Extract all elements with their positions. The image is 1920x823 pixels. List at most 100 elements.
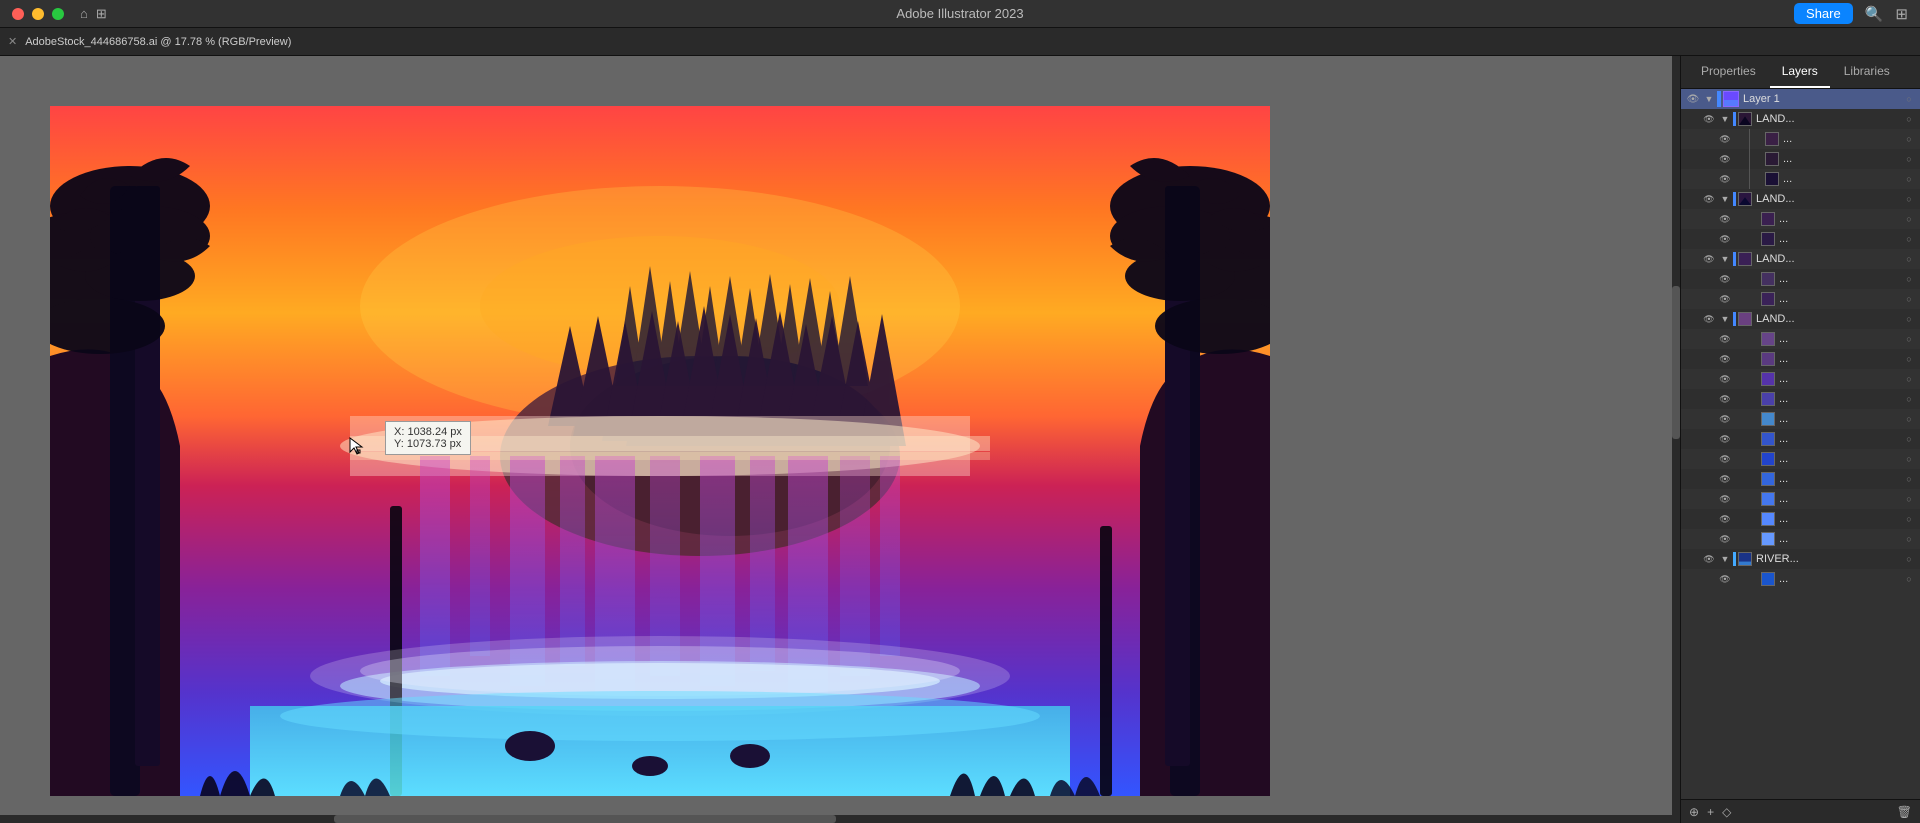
layer1-expand-icon[interactable]: ▼ xyxy=(1703,93,1715,105)
list-item[interactable]: 👁 ... ○ xyxy=(1681,349,1920,369)
list-item[interactable]: 👁 ... ○ xyxy=(1681,469,1920,489)
sublayer-land2-item2[interactable]: 👁 ... ○ xyxy=(1681,229,1920,249)
sublayer-land1-item2[interactable]: 👁 ... ○ xyxy=(1681,149,1920,169)
land2-lock-icon[interactable]: ○ xyxy=(1902,192,1916,206)
layer1-header[interactable]: 👁 ▼ Layer 1 ○ xyxy=(1681,89,1920,109)
sublayer-land3-item1[interactable]: 👁 ... ○ xyxy=(1681,269,1920,289)
sublayer-land2-item1[interactable]: 👁 ... ○ xyxy=(1681,209,1920,229)
layer1-lock-icon[interactable]: ○ xyxy=(1902,92,1916,106)
land4-lock-icon[interactable]: ○ xyxy=(1902,312,1916,326)
land1-expand-icon[interactable]: ▼ xyxy=(1719,113,1731,125)
visibility-icon[interactable]: 👁 xyxy=(1717,451,1733,467)
land3-lock-icon[interactable]: ○ xyxy=(1902,252,1916,266)
window-icon[interactable]: ⊞ xyxy=(1895,5,1908,23)
river-item1-lock[interactable]: ○ xyxy=(1902,572,1916,586)
visibility-icon[interactable]: 👁 xyxy=(1717,371,1733,387)
land1-item1-visibility[interactable]: 👁 xyxy=(1717,131,1733,147)
sublayer-land4-header[interactable]: 👁 ▼ LAND... ○ xyxy=(1681,309,1920,329)
item-lock[interactable]: ○ xyxy=(1902,392,1916,406)
item-lock[interactable]: ○ xyxy=(1902,512,1916,526)
river-expand-icon[interactable]: ▼ xyxy=(1719,553,1731,565)
list-item[interactable]: 👁 ... ○ xyxy=(1681,409,1920,429)
land3-item1-lock[interactable]: ○ xyxy=(1902,272,1916,286)
maximize-button[interactable] xyxy=(52,8,64,20)
item-lock[interactable]: ○ xyxy=(1902,452,1916,466)
visibility-icon[interactable]: 👁 xyxy=(1717,431,1733,447)
land2-item2-lock[interactable]: ○ xyxy=(1902,232,1916,246)
item-lock[interactable]: ○ xyxy=(1902,432,1916,446)
list-item[interactable]: 👁 ... ○ xyxy=(1681,489,1920,509)
move-selection-button[interactable]: ◇ xyxy=(1722,805,1731,819)
visibility-icon[interactable]: 👁 xyxy=(1717,491,1733,507)
land3-item1-visibility[interactable]: 👁 xyxy=(1717,271,1733,287)
visibility-icon[interactable]: 👁 xyxy=(1717,511,1733,527)
finder-icon[interactable]: ⊞ xyxy=(96,6,107,22)
land2-item1-lock[interactable]: ○ xyxy=(1902,212,1916,226)
item-lock[interactable]: ○ xyxy=(1902,532,1916,546)
sublayer-river-item1[interactable]: 👁 ... ○ xyxy=(1681,569,1920,589)
list-item[interactable]: 👁 ... ○ xyxy=(1681,369,1920,389)
layer1-visibility-icon[interactable]: 👁 xyxy=(1685,91,1701,107)
home-icon[interactable]: ⌂ xyxy=(80,6,88,21)
visibility-icon[interactable]: 👁 xyxy=(1717,351,1733,367)
vertical-scrollbar[interactable] xyxy=(1672,56,1680,823)
land1-visibility-icon[interactable]: 👁 xyxy=(1701,111,1717,127)
land2-visibility-icon[interactable]: 👁 xyxy=(1701,191,1717,207)
visibility-icon[interactable]: 👁 xyxy=(1717,331,1733,347)
sublayer-land2-header[interactable]: 👁 ▼ LAND... ○ xyxy=(1681,189,1920,209)
search-icon[interactable]: 🔍 xyxy=(1865,5,1884,23)
delete-layer-button[interactable]: 🗑 xyxy=(1897,805,1912,819)
list-item[interactable]: 👁 ... ○ xyxy=(1681,329,1920,349)
canvas-area[interactable]: X: 1038.24 px Y: 1073.73 px xyxy=(0,56,1680,823)
land4-expand-icon[interactable]: ▼ xyxy=(1719,313,1731,325)
tab-close-icon[interactable]: ✕ xyxy=(8,35,17,48)
tab-layers[interactable]: Layers xyxy=(1770,56,1830,88)
horizontal-scrollbar[interactable] xyxy=(0,815,1672,823)
visibility-icon[interactable]: 👁 xyxy=(1717,531,1733,547)
river-visibility-icon[interactable]: 👁 xyxy=(1701,551,1717,567)
land1-item2-visibility[interactable]: 👁 xyxy=(1717,151,1733,167)
land3-visibility-icon[interactable]: 👁 xyxy=(1701,251,1717,267)
list-item[interactable]: 👁 ... ○ xyxy=(1681,509,1920,529)
sublayer-land1-item1[interactable]: 👁 ... ○ xyxy=(1681,129,1920,149)
tab-properties[interactable]: Properties xyxy=(1689,56,1768,88)
land3-item2-visibility[interactable]: 👁 xyxy=(1717,291,1733,307)
sublayer-land3-header[interactable]: 👁 ▼ LAND... ○ xyxy=(1681,249,1920,269)
sublayer-river-header[interactable]: 👁 ▼ RIVER... ○ xyxy=(1681,549,1920,569)
land2-item2-visibility[interactable]: 👁 xyxy=(1717,231,1733,247)
sublayer-land1-header[interactable]: 👁 ▼ LAND... ○ xyxy=(1681,109,1920,129)
minimize-button[interactable] xyxy=(32,8,44,20)
item-lock[interactable]: ○ xyxy=(1902,372,1916,386)
create-new-sublayer-button[interactable]: + xyxy=(1707,805,1714,819)
list-item[interactable]: 👁 ... ○ xyxy=(1681,529,1920,549)
land1-item1-lock[interactable]: ○ xyxy=(1902,132,1916,146)
list-item[interactable]: 👁 ... ○ xyxy=(1681,429,1920,449)
sublayer-land3-item2[interactable]: 👁 ... ○ xyxy=(1681,289,1920,309)
item-lock[interactable]: ○ xyxy=(1902,412,1916,426)
sublayer-land1-item3[interactable]: 👁 ... ○ xyxy=(1681,169,1920,189)
river-lock-icon[interactable]: ○ xyxy=(1902,552,1916,566)
visibility-icon[interactable]: 👁 xyxy=(1717,391,1733,407)
item-lock[interactable]: ○ xyxy=(1902,332,1916,346)
tab-libraries[interactable]: Libraries xyxy=(1832,56,1902,88)
make-sublayer-button[interactable]: ⊕ xyxy=(1689,805,1699,819)
land1-item2-lock[interactable]: ○ xyxy=(1902,152,1916,166)
land1-lock-icon[interactable]: ○ xyxy=(1902,112,1916,126)
land3-expand-icon[interactable]: ▼ xyxy=(1719,253,1731,265)
share-button[interactable]: Share xyxy=(1794,3,1853,24)
land1-item3-visibility[interactable]: 👁 xyxy=(1717,171,1733,187)
list-item[interactable]: 👁 ... ○ xyxy=(1681,449,1920,469)
land2-item1-visibility[interactable]: 👁 xyxy=(1717,211,1733,227)
item-lock[interactable]: ○ xyxy=(1902,472,1916,486)
item-lock[interactable]: ○ xyxy=(1902,352,1916,366)
visibility-icon[interactable]: 👁 xyxy=(1717,471,1733,487)
land3-item2-lock[interactable]: ○ xyxy=(1902,292,1916,306)
visibility-icon[interactable]: 👁 xyxy=(1717,411,1733,427)
tab-filename[interactable]: AdobeStock_444686758.ai @ 17.78 % (RGB/P… xyxy=(25,36,291,48)
land4-visibility-icon[interactable]: 👁 xyxy=(1701,311,1717,327)
river-item1-visibility[interactable]: 👁 xyxy=(1717,571,1733,587)
land2-expand-icon[interactable]: ▼ xyxy=(1719,193,1731,205)
list-item[interactable]: 👁 ... ○ xyxy=(1681,389,1920,409)
item-lock[interactable]: ○ xyxy=(1902,492,1916,506)
land1-item3-lock[interactable]: ○ xyxy=(1902,172,1916,186)
